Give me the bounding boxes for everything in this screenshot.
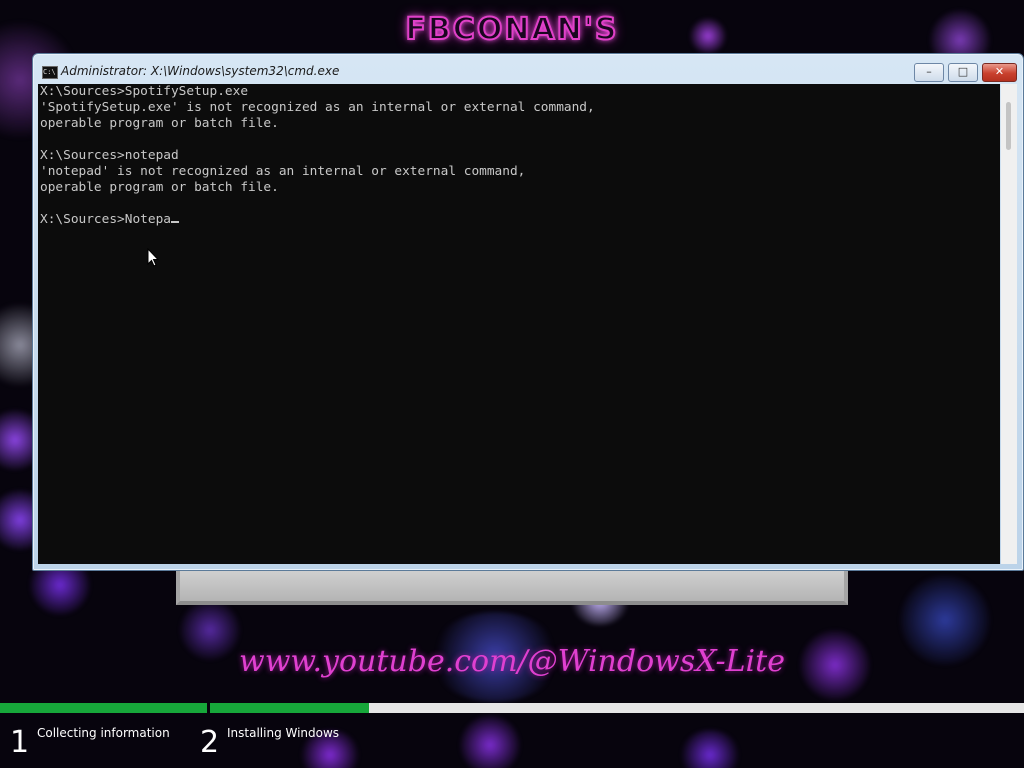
progress-segment-collecting: [0, 703, 207, 713]
step-label: Collecting information: [37, 726, 170, 740]
console-line: operable program or batch file.: [40, 180, 279, 195]
cmd-icon[interactable]: C:\: [42, 66, 58, 79]
window-title: Administrator: X:\Windows\system32\cmd.e…: [61, 64, 340, 78]
channel-url: www.youtube.com/@WindowsX-Lite: [239, 644, 785, 679]
minimize-button[interactable]: –: [914, 63, 944, 82]
setup-panel: [176, 571, 848, 605]
console-output[interactable]: X:\Sources>SpotifySetup.exe 'SpotifySetu…: [38, 84, 1000, 564]
scroll-thumb[interactable]: [1006, 102, 1011, 150]
vertical-scrollbar[interactable]: [1001, 84, 1017, 564]
progress-fill: [210, 703, 369, 713]
progress-fill: [0, 703, 207, 713]
step-number: 2: [200, 725, 220, 760]
setup-progress: [0, 703, 1024, 713]
console-line: operable program or batch file.: [40, 116, 279, 131]
progress-segment-installing: [210, 703, 1024, 713]
command-prompt-input[interactable]: X:\Sources>Notepa: [40, 212, 171, 227]
console-line: X:\Sources>SpotifySetup.exe: [40, 84, 249, 99]
maximize-button[interactable]: □: [948, 63, 978, 82]
step-label: Installing Windows: [227, 726, 340, 740]
console-line: 'SpotifySetup.exe' is not recognized as …: [40, 100, 595, 115]
console-line: 'notepad' is not recognized as an intern…: [40, 164, 526, 179]
close-button[interactable]: ✕: [982, 63, 1017, 82]
title-bar[interactable]: C:\ Administrator: X:\Windows\system32\c…: [33, 54, 1023, 84]
step-number: 1: [10, 725, 30, 760]
text-caret: [170, 221, 179, 223]
mouse-pointer-icon: [147, 248, 159, 267]
brand-title: FBCONAN'S: [404, 11, 619, 48]
cmd-window[interactable]: C:\ Administrator: X:\Windows\system32\c…: [32, 53, 1024, 571]
console-line: X:\Sources>notepad: [40, 148, 179, 163]
